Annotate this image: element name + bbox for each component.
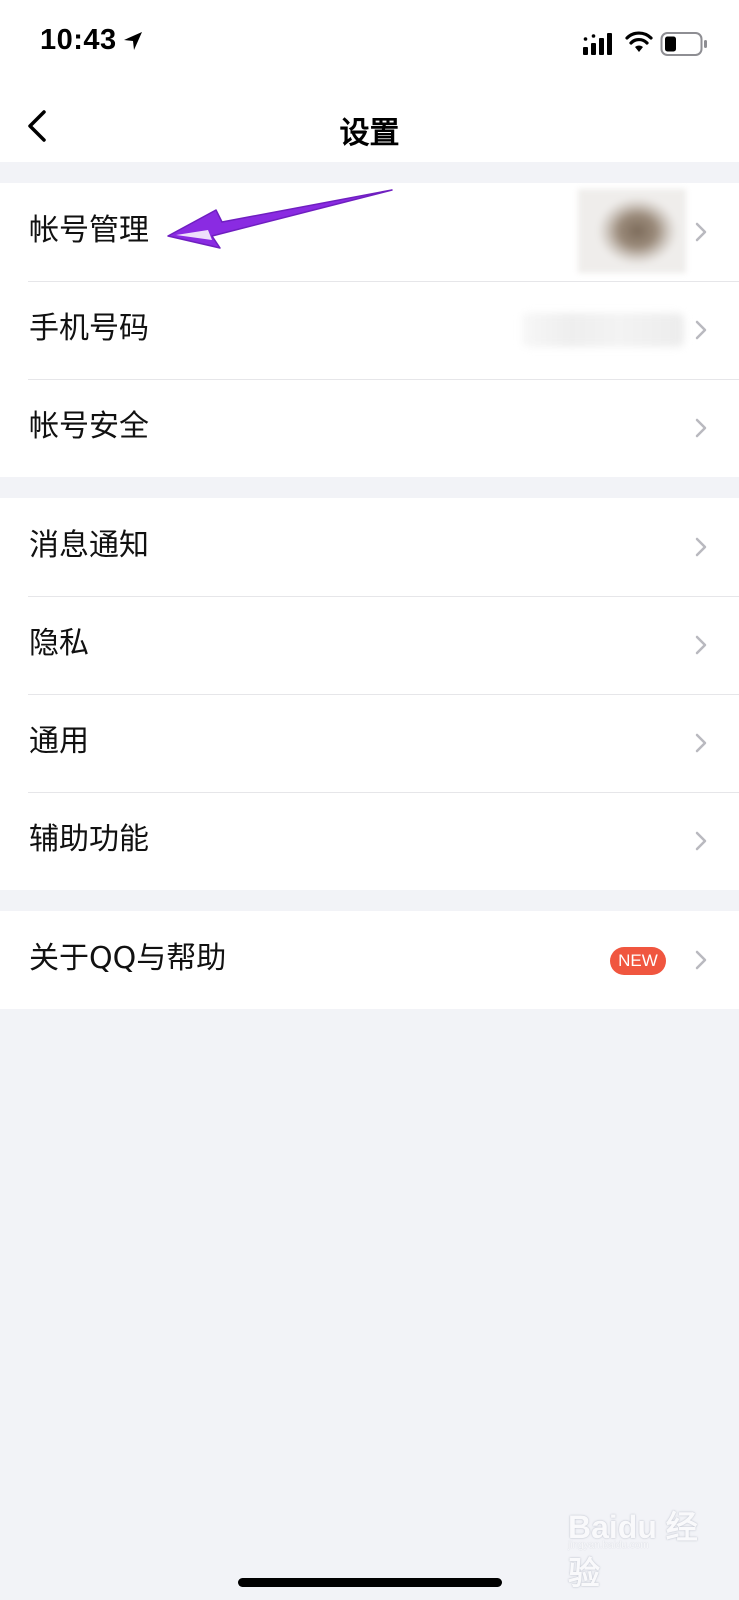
chevron-right-icon xyxy=(695,537,707,557)
location-arrow-icon xyxy=(124,32,142,50)
row-label: 辅助功能 xyxy=(29,822,149,857)
chevron-right-icon xyxy=(695,635,707,655)
status-bar: 10:43 xyxy=(0,0,739,90)
settings-row-about-help[interactable]: 关于QQ与帮助 NEW xyxy=(0,911,739,1009)
chevron-right-icon xyxy=(695,418,707,438)
new-badge: NEW xyxy=(610,947,666,975)
row-label: 通用 xyxy=(29,724,89,759)
avatar xyxy=(578,189,686,273)
watermark-subtext: jingyan.baidu.com xyxy=(568,1540,649,1551)
row-label: 帐号管理 xyxy=(29,213,149,248)
cellular-signal-icon xyxy=(583,33,612,55)
wifi-icon xyxy=(625,31,653,52)
navigation-bar: 设置 xyxy=(0,90,739,162)
chevron-right-icon xyxy=(695,320,707,340)
settings-row-privacy[interactable]: 隐私 xyxy=(0,596,739,694)
page-title: 设置 xyxy=(339,116,400,151)
blurred-phone-number xyxy=(522,313,684,347)
row-label: 手机号码 xyxy=(29,311,149,346)
row-label: 消息通知 xyxy=(29,528,149,563)
settings-row-accessibility[interactable]: 辅助功能 xyxy=(0,792,739,890)
row-label: 隐私 xyxy=(29,626,89,661)
chevron-right-icon xyxy=(695,733,707,753)
settings-group-general: 消息通知 隐私 通用 辅助功能 xyxy=(0,498,739,890)
settings-row-general[interactable]: 通用 xyxy=(0,694,739,792)
settings-group-account: 帐号管理 手机号码 帐号安全 xyxy=(0,183,739,477)
chevron-right-icon xyxy=(695,831,707,851)
settings-row-account-security[interactable]: 帐号安全 xyxy=(0,379,739,477)
settings-row-notifications[interactable]: 消息通知 xyxy=(0,498,739,596)
chevron-right-icon xyxy=(695,222,707,242)
settings-row-account-management[interactable]: 帐号管理 xyxy=(0,183,739,281)
settings-row-phone-number[interactable]: 手机号码 xyxy=(0,281,739,379)
row-label: 关于QQ与帮助 xyxy=(29,941,227,976)
settings-group-about: 关于QQ与帮助 NEW xyxy=(0,911,739,1009)
battery-icon xyxy=(660,32,707,56)
row-label: 帐号安全 xyxy=(29,409,149,444)
watermark: Baidu 经验 jingyan.baidu.com xyxy=(568,1502,718,1591)
status-time: 10:43 xyxy=(40,24,117,56)
chevron-right-icon xyxy=(695,950,707,970)
home-indicator[interactable] xyxy=(238,1578,502,1587)
